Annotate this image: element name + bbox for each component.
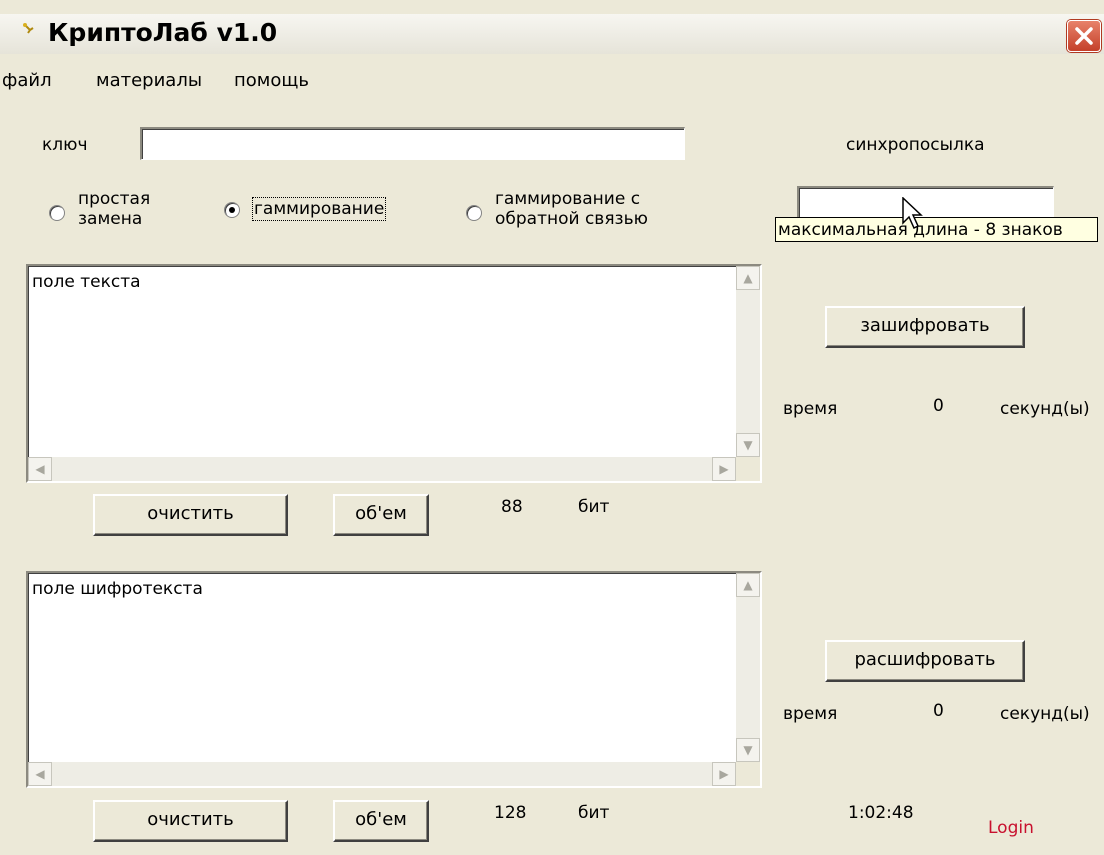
title-bar: КриптоЛаб v1.0	[0, 14, 1104, 54]
ciphertext-vscroll[interactable]: ▲ ▼	[736, 573, 760, 762]
mode-feedback-label[interactable]: гаммирование с обратной связью	[495, 189, 648, 229]
scroll-corner	[736, 762, 760, 786]
scroll-down-icon[interactable]: ▼	[736, 433, 760, 457]
menu-materials[interactable]: материалы	[96, 70, 202, 91]
plaintext-bits-value: 88	[501, 497, 523, 517]
ciphertext-volume-button[interactable]: об'ем	[333, 800, 429, 842]
scroll-down-icon[interactable]: ▼	[736, 738, 760, 762]
plaintext-area[interactable]: поле текста ▲ ▼ ◀ ▶	[26, 264, 762, 483]
mode-feedback-line1: гаммирование с	[495, 189, 641, 209]
plaintext-hscroll[interactable]: ◀ ▶	[28, 457, 736, 481]
app-key-icon	[23, 23, 34, 34]
plaintext-volume-button[interactable]: об'ем	[333, 494, 429, 536]
mode-simple-line1: простая	[78, 189, 151, 209]
menu-bar: файл материалы помощь	[0, 54, 1104, 94]
encrypt-time-value: 0	[933, 396, 944, 416]
menu-help[interactable]: помощь	[234, 70, 309, 91]
plaintext-content: поле текста	[32, 272, 141, 292]
ciphertext-area[interactable]: поле шифротекста ▲ ▼ ◀ ▶	[26, 571, 762, 788]
encrypt-time-label: время	[783, 399, 838, 419]
decrypt-button[interactable]: расшифровать	[825, 640, 1025, 682]
scroll-left-icon[interactable]: ◀	[28, 457, 52, 481]
plaintext-bits-unit: бит	[578, 497, 610, 517]
window-title: КриптоЛаб v1.0	[48, 18, 278, 47]
encrypt-time-unit: секунд(ы)	[1000, 399, 1090, 419]
mode-simple-radio[interactable]	[49, 205, 65, 221]
mode-feedback-line2: обратной связью	[495, 209, 648, 229]
mode-feedback-radio[interactable]	[466, 205, 482, 221]
ciphertext-hscroll[interactable]: ◀ ▶	[28, 762, 736, 786]
ciphertext-bits-value: 128	[494, 803, 527, 823]
close-icon	[1075, 27, 1093, 45]
plaintext-vscroll[interactable]: ▲ ▼	[736, 266, 760, 457]
ciphertext-content: поле шифротекста	[32, 579, 203, 599]
mode-gamma-radio[interactable]	[224, 202, 240, 218]
mode-simple-line2: замена	[78, 209, 143, 229]
login-link[interactable]: Login	[988, 818, 1034, 838]
scroll-corner	[736, 457, 760, 481]
mode-gamma-label[interactable]: гаммирование	[251, 197, 387, 221]
decrypt-time-label: время	[783, 704, 838, 724]
clock: 1:02:48	[848, 803, 914, 823]
sync-label: синхропосылка	[846, 135, 985, 155]
scroll-up-icon[interactable]: ▲	[736, 573, 760, 597]
plaintext-clear-button[interactable]: очистить	[93, 494, 288, 536]
key-input[interactable]	[140, 127, 685, 160]
key-label: ключ	[42, 135, 88, 155]
mouse-cursor-icon	[902, 197, 923, 230]
scroll-up-icon[interactable]: ▲	[736, 266, 760, 290]
decrypt-time-value: 0	[933, 701, 944, 721]
scroll-right-icon[interactable]: ▶	[712, 457, 736, 481]
sync-tooltip: максимальная длина - 8 знаков	[775, 217, 1098, 242]
close-button[interactable]	[1067, 20, 1101, 52]
encrypt-button[interactable]: зашифровать	[825, 306, 1025, 348]
decrypt-time-unit: секунд(ы)	[1000, 704, 1090, 724]
scroll-right-icon[interactable]: ▶	[712, 762, 736, 786]
menu-file[interactable]: файл	[2, 70, 52, 91]
ciphertext-bits-unit: бит	[578, 803, 610, 823]
scroll-left-icon[interactable]: ◀	[28, 762, 52, 786]
ciphertext-clear-button[interactable]: очистить	[93, 800, 288, 842]
mode-simple-label[interactable]: простая замена	[78, 189, 150, 229]
